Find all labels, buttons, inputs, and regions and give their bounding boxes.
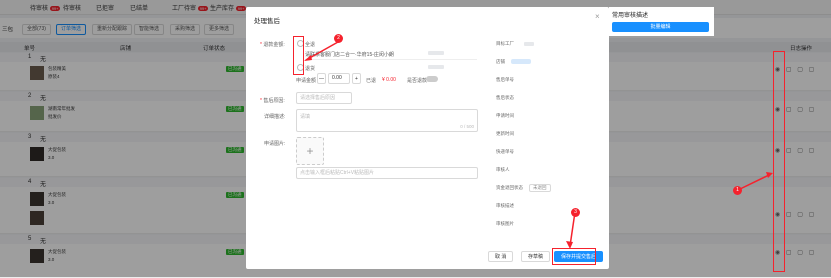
annotation-marker-3: 3 — [571, 208, 580, 217]
annotation-arrows — [304, 41, 773, 249]
annotation-marker-2: 2 — [334, 34, 343, 43]
annotation-marker-1: 1 — [733, 186, 742, 195]
